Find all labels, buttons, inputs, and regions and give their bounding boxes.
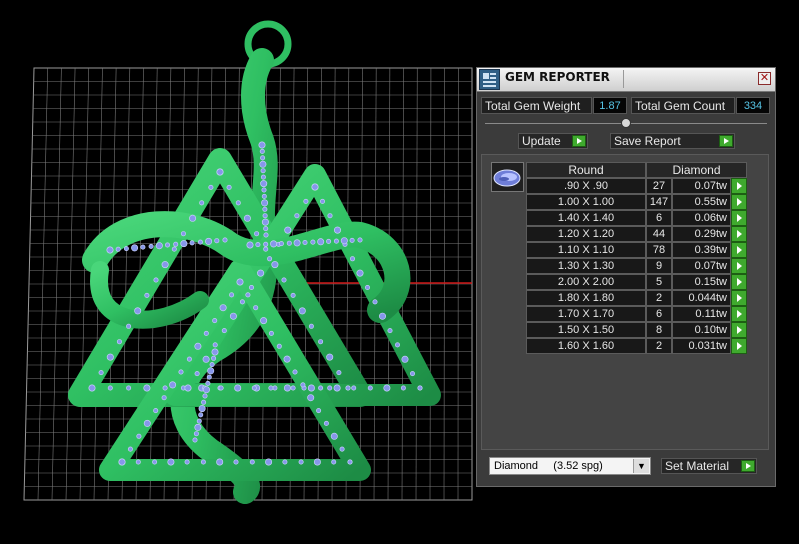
save-report-go-icon — [719, 135, 733, 147]
row-select-button[interactable] — [731, 322, 747, 338]
gem-size-cell: 1.40 X 1.40 — [526, 210, 646, 226]
gem-count-cell: 6 — [646, 306, 672, 322]
gem-weight-cell: 0.044tw — [672, 290, 731, 306]
gem-table-row: 1.50 X 1.50 8 0.10tw — [526, 322, 748, 338]
gem-weight-cell: 0.10tw — [672, 322, 731, 338]
row-select-button[interactable] — [731, 194, 747, 210]
close-button[interactable]: ✕ — [758, 72, 771, 85]
update-button-label: Update — [522, 134, 561, 148]
gem-size-cell: 1.70 X 1.70 — [526, 306, 646, 322]
set-material-button[interactable]: Set Material — [661, 458, 757, 474]
update-button[interactable]: Update — [518, 133, 588, 149]
gem-count-cell: 44 — [646, 226, 672, 242]
gem-reporter-panel: GEM REPORTER ✕ Total Gem Weight 1.87 Tot… — [476, 67, 776, 487]
gem-size-cell: 1.10 X 1.10 — [526, 242, 646, 258]
gem-table-row: 1.00 X 1.00 147 0.55tw — [526, 194, 748, 210]
gem-weight-cell: 0.031tw — [672, 338, 731, 354]
gem-count-cell: 6 — [646, 210, 672, 226]
header-material: Diamond — [646, 162, 747, 178]
gem-weight-cell: 0.39tw — [672, 242, 731, 258]
gem-weight-cell: 0.11tw — [672, 306, 731, 322]
gem-count-cell: 2 — [646, 290, 672, 306]
gem-reporter-app-icon — [479, 69, 500, 90]
header-shape: Round — [526, 162, 646, 178]
gem-count-cell: 8 — [646, 322, 672, 338]
gem-size-cell: 1.30 X 1.30 — [526, 258, 646, 274]
gem-size-cell: 1.20 X 1.20 — [526, 226, 646, 242]
gem-weight-cell: 0.06tw — [672, 210, 731, 226]
gem-count-cell: 78 — [646, 242, 672, 258]
gem-count-cell: 27 — [646, 178, 672, 194]
save-report-button[interactable]: Save Report — [610, 133, 735, 149]
total-gem-weight-label: Total Gem Weight — [481, 97, 592, 114]
gem-table-header: Round Diamond — [526, 162, 748, 178]
gem-list-area: Round Diamond .90 X .90 27 0.07tw 1.00 X 1.… — [481, 154, 769, 450]
row-select-button[interactable] — [731, 274, 747, 290]
gem-weight-cell: 0.07tw — [672, 258, 731, 274]
gem-size-cell: 1.00 X 1.00 — [526, 194, 646, 210]
gem-table-row: 1.40 X 1.40 6 0.06tw — [526, 210, 748, 226]
total-gem-count-value: 334 — [736, 97, 770, 114]
row-select-button[interactable] — [731, 290, 747, 306]
gem-weight-cell: 0.07tw — [672, 178, 731, 194]
set-material-go-icon — [741, 460, 755, 472]
gem-count-cell: 2 — [646, 338, 672, 354]
row-select-button[interactable] — [731, 242, 747, 258]
set-material-button-label: Set Material — [665, 459, 730, 473]
gem-size-cell: 2.00 X 2.00 — [526, 274, 646, 290]
panel-title-bar[interactable]: GEM REPORTER ✕ — [477, 68, 775, 92]
round-diamond-thumbnail[interactable] — [491, 162, 524, 192]
save-report-button-label: Save Report — [614, 134, 681, 148]
row-select-button[interactable] — [731, 226, 747, 242]
gem-table-row: 1.10 X 1.10 78 0.39tw — [526, 242, 748, 258]
gem-table-row: 1.30 X 1.30 9 0.07tw — [526, 258, 748, 274]
row-select-button[interactable] — [731, 306, 747, 322]
update-go-icon — [572, 135, 586, 147]
gem-size-cell: 1.80 X 1.80 — [526, 290, 646, 306]
material-selected-value: Diamond (3.52 spg) — [494, 460, 603, 472]
row-select-button[interactable] — [731, 178, 747, 194]
gem-count-cell: 5 — [646, 274, 672, 290]
gem-weight-cell: 0.29tw — [672, 226, 731, 242]
gem-size-cell: .90 X .90 — [526, 178, 646, 194]
gem-table: Round Diamond .90 X .90 27 0.07tw 1.00 X 1.… — [526, 162, 748, 354]
gem-weight-cell: 0.55tw — [672, 194, 731, 210]
gem-count-cell: 9 — [646, 258, 672, 274]
chevron-down-icon: ▼ — [633, 459, 649, 473]
gem-size-cell: 1.60 X 1.60 — [526, 338, 646, 354]
gem-table-row: 1.20 X 1.20 44 0.29tw — [526, 226, 748, 242]
row-select-button[interactable] — [731, 258, 747, 274]
gem-table-row: 2.00 X 2.00 5 0.15tw — [526, 274, 748, 290]
total-gem-count-label: Total Gem Count — [631, 97, 735, 114]
material-dropdown[interactable]: Diamond (3.52 spg) ▼ — [489, 457, 651, 475]
gem-count-cell: 147 — [646, 194, 672, 210]
gem-table-row: 1.70 X 1.70 6 0.11tw — [526, 306, 748, 322]
gem-table-row: .90 X .90 27 0.07tw — [526, 178, 748, 194]
panel-title: GEM REPORTER — [505, 70, 610, 84]
title-separator — [623, 70, 624, 88]
gem-weight-cell: 0.15tw — [672, 274, 731, 290]
gem-table-row: 1.60 X 1.60 2 0.031tw — [526, 338, 748, 354]
round-gem-icon — [493, 169, 521, 187]
row-select-button[interactable] — [731, 210, 747, 226]
row-select-button[interactable] — [731, 338, 747, 354]
panel-slider-knob[interactable] — [621, 118, 631, 128]
gem-size-cell: 1.50 X 1.50 — [526, 322, 646, 338]
close-icon: ✕ — [759, 72, 770, 84]
total-gem-weight-value: 1.87 — [593, 97, 627, 114]
gem-table-row: 1.80 X 1.80 2 0.044tw — [526, 290, 748, 306]
